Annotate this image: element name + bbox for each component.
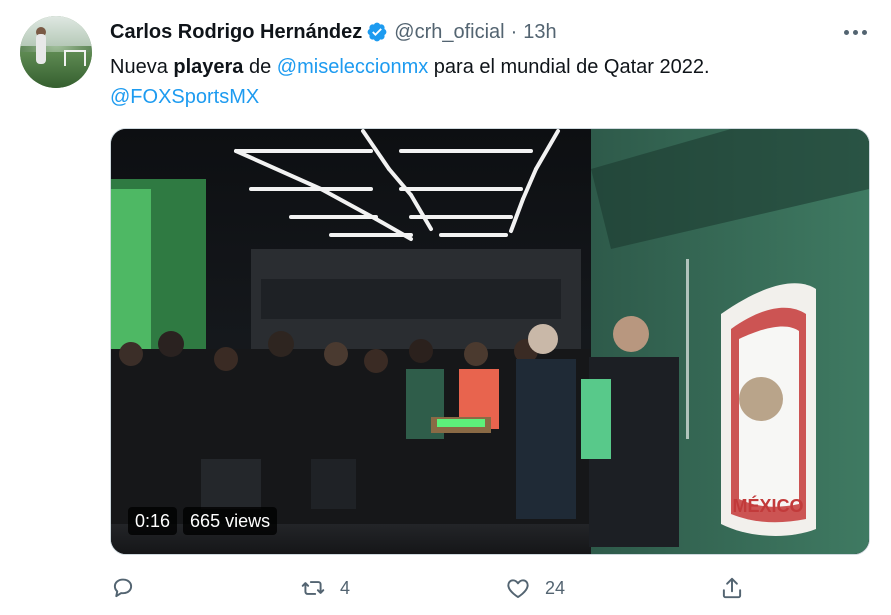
reply-button[interactable]: [110, 568, 150, 608]
more-icon[interactable]: [838, 20, 872, 44]
retweet-button[interactable]: 4: [300, 568, 350, 608]
share-icon: [722, 577, 742, 599]
more-dot: [843, 29, 849, 35]
like-count: 24: [545, 577, 566, 598]
tweet-text-part: de: [243, 56, 277, 78]
tweet-text-part: para el mundial de Qatar 2022.: [428, 56, 710, 78]
crest-label: MÉXICO: [732, 495, 803, 516]
retweet-count: 4: [340, 577, 351, 598]
display-name[interactable]: Carlos Rodrigo Hernández: [110, 20, 362, 44]
video-badge: 0:16 665 views: [128, 507, 278, 535]
video-frame: MÉXICO: [111, 129, 869, 554]
more-dot: [852, 29, 858, 35]
tweet-header: Carlos Rodrigo Hernández @crh_oficial · …: [110, 20, 557, 44]
like-icon: [507, 579, 529, 598]
mention-link[interactable]: @FOXSportsMX: [110, 86, 259, 108]
more-dot: [861, 29, 867, 35]
avatar-figure: [36, 34, 46, 64]
tweet-actions: 4 24: [110, 568, 870, 608]
verified-icon: [367, 22, 387, 42]
tweet-timestamp[interactable]: 13h: [523, 20, 556, 44]
like-button[interactable]: 24: [505, 568, 565, 608]
video-views: 665 views: [183, 507, 278, 535]
mention-link[interactable]: @miseleccionmx: [277, 56, 428, 78]
reply-icon: [113, 578, 133, 598]
video-player[interactable]: MÉXICO: [110, 128, 870, 555]
tweet-text-bold: playera: [173, 56, 244, 78]
retweet-icon: [301, 581, 325, 595]
tweet-text-part: Nueva: [110, 56, 174, 78]
avatar-sky: [20, 16, 92, 46]
video-duration: 0:16: [128, 507, 178, 535]
avatar-goal: [64, 50, 86, 66]
share-button[interactable]: [719, 568, 745, 608]
tweet-text: Nueva playera de @miseleccionmx para el …: [110, 52, 870, 112]
author-handle[interactable]: @crh_oficial: [394, 20, 504, 44]
avatar[interactable]: [20, 16, 92, 88]
separator-dot: ·: [510, 21, 518, 43]
mexico-crest: MÉXICO: [721, 283, 816, 536]
